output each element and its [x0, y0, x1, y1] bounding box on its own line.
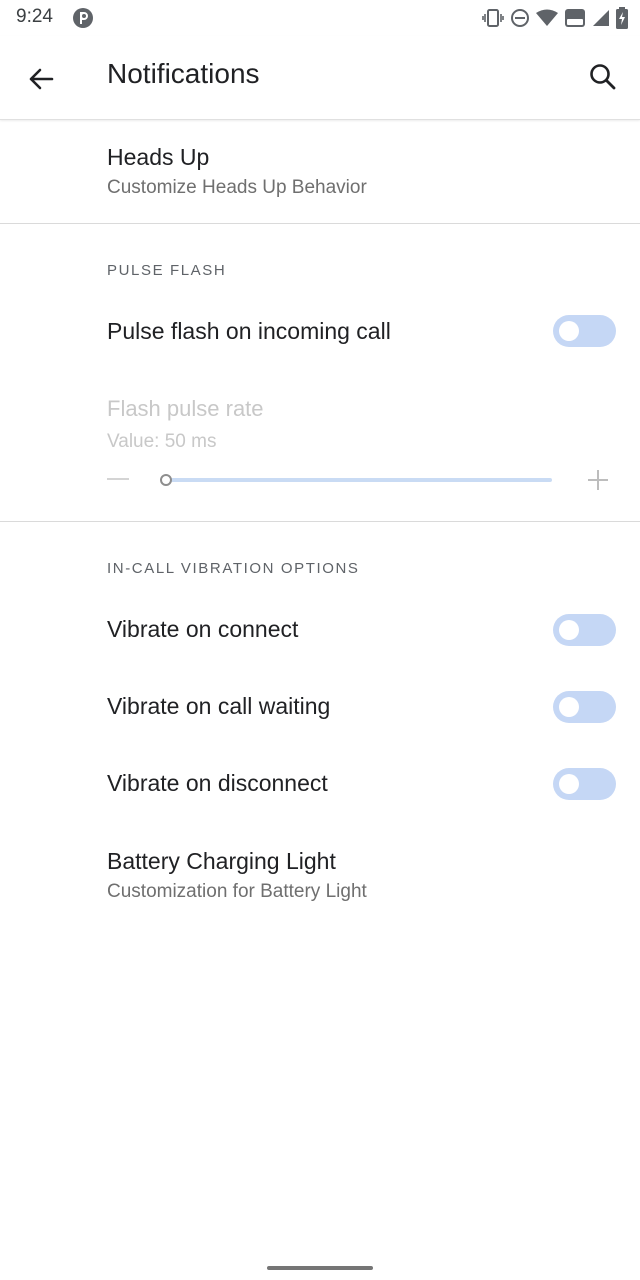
- app-toolbar: Notifications: [0, 36, 640, 120]
- slider-thumb[interactable]: [160, 474, 172, 486]
- search-icon[interactable]: [586, 60, 620, 94]
- volte-icon: [564, 8, 586, 28]
- vibrate-on-connect-toggle[interactable]: [553, 614, 616, 646]
- status-bar: 9:24: [0, 0, 640, 36]
- vibrate-icon: [482, 8, 504, 28]
- status-time: 9:24: [16, 6, 53, 27]
- toggle-thumb: [559, 321, 579, 341]
- pulse-flash-incoming-call-label[interactable]: Pulse flash on incoming call: [107, 318, 391, 345]
- battery-light-preference[interactable]: Battery Charging Light Customization for…: [107, 848, 640, 903]
- toggle-thumb: [559, 774, 579, 794]
- status-icons: [482, 6, 628, 30]
- do-not-disturb-icon: [510, 8, 530, 28]
- vibrate-on-connect-label[interactable]: Vibrate on connect: [107, 616, 298, 643]
- app-badge-icon: [72, 7, 94, 29]
- arrow-back-icon[interactable]: [24, 62, 58, 96]
- heads-up-preference[interactable]: Heads Up Customize Heads Up Behavior: [107, 144, 640, 199]
- page-title: Notifications: [107, 58, 260, 89]
- heads-up-title: Heads Up: [107, 144, 210, 170]
- pulse-flash-incoming-call-toggle[interactable]: [553, 315, 616, 347]
- category-in-call-vibration: IN-CALL VIBRATION OPTIONS: [107, 560, 360, 577]
- flash-pulse-rate-title: Flash pulse rate: [107, 396, 264, 421]
- toggle-thumb: [559, 620, 579, 640]
- toggle-thumb: [559, 697, 579, 717]
- divider: [0, 223, 640, 224]
- vibrate-on-call-waiting-label[interactable]: Vibrate on call waiting: [107, 693, 330, 720]
- divider: [0, 521, 640, 522]
- battery-icon: [616, 7, 628, 29]
- battery-light-summary: Customization for Battery Light: [107, 881, 367, 902]
- heads-up-summary: Customize Heads Up Behavior: [107, 177, 367, 198]
- flash-pulse-rate-value: Value: 50 ms: [107, 431, 217, 452]
- signal-icon: [592, 9, 610, 27]
- gesture-nav-handle[interactable]: [267, 1266, 373, 1270]
- vibrate-on-disconnect-label[interactable]: Vibrate on disconnect: [107, 770, 328, 797]
- slider-decrease-button[interactable]: [107, 478, 129, 480]
- category-pulse-flash: PULSE FLASH: [107, 262, 227, 279]
- slider-increase-button[interactable]: [586, 468, 610, 492]
- vibrate-on-disconnect-toggle[interactable]: [553, 768, 616, 800]
- battery-light-title: Battery Charging Light: [107, 848, 336, 874]
- vibrate-on-call-waiting-toggle[interactable]: [553, 691, 616, 723]
- flash-pulse-rate-slider[interactable]: [170, 478, 552, 482]
- wifi-icon: [536, 9, 558, 27]
